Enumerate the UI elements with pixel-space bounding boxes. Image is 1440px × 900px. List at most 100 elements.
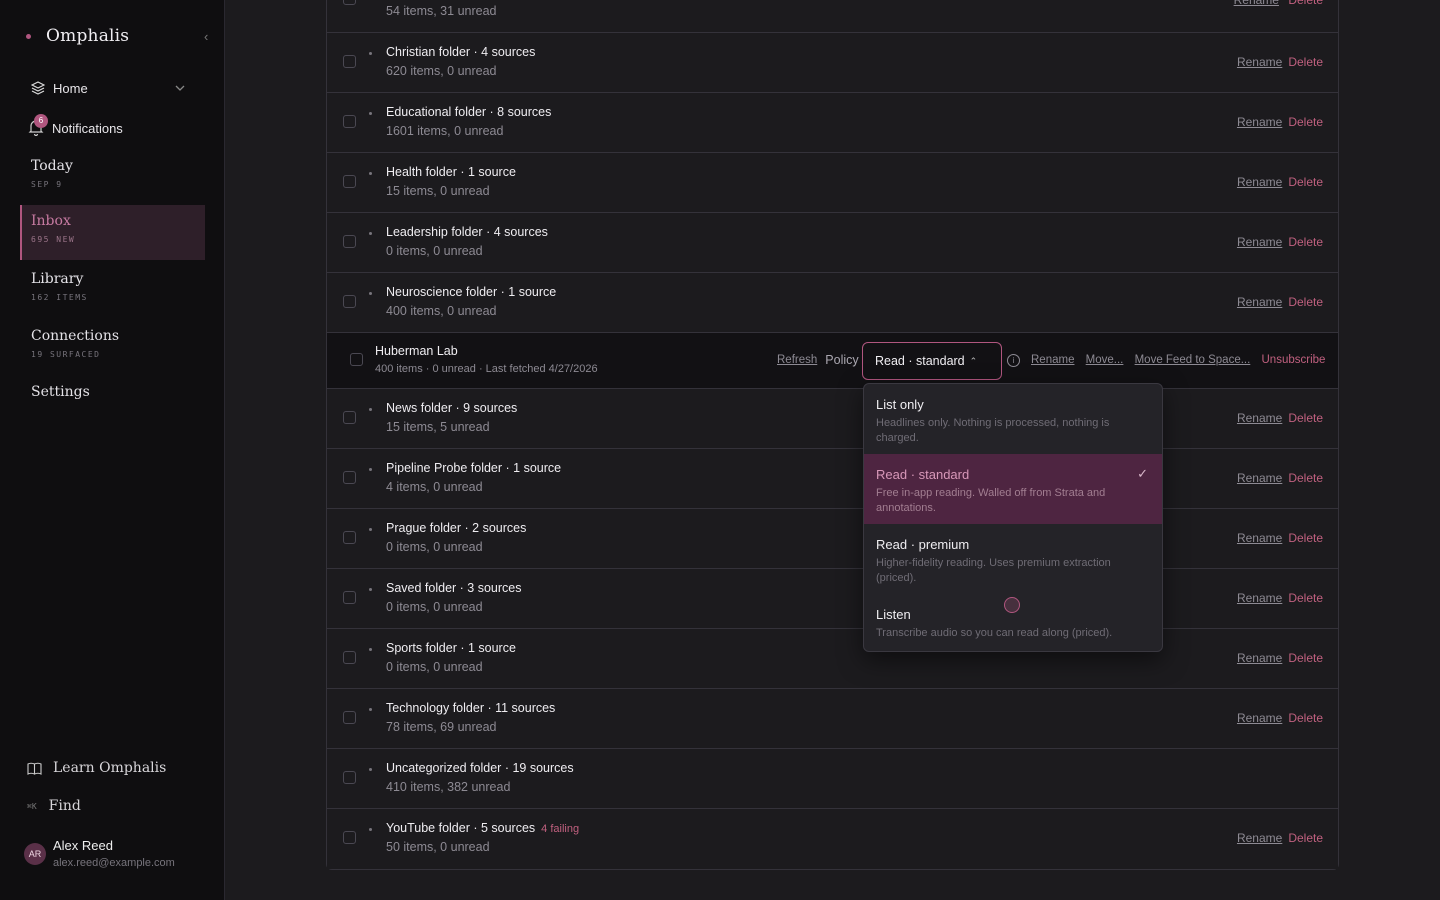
delete-link[interactable]: Delete [1288, 115, 1323, 129]
row-checkbox[interactable] [343, 55, 356, 68]
row-checkbox[interactable] [343, 411, 356, 424]
refresh-link[interactable]: Refresh [777, 354, 817, 366]
row-checkbox[interactable] [343, 295, 356, 308]
folder-row[interactable]: Sports folder · 1 source 0 items, 0 unre… [327, 629, 1338, 689]
delete-link[interactable]: Delete [1288, 55, 1323, 69]
expand-bullet[interactable] [369, 768, 372, 771]
delete-link[interactable]: Delete [1288, 175, 1323, 189]
delete-link[interactable]: Delete [1288, 711, 1323, 725]
expand-bullet[interactable] [369, 828, 372, 831]
expand-bullet[interactable] [369, 172, 372, 175]
row-checkbox[interactable] [343, 651, 356, 664]
nav-settings[interactable]: Settings [31, 384, 90, 400]
rename-link[interactable]: Rename [1237, 711, 1282, 725]
brand-dot [26, 33, 31, 39]
learn-omphalis-link[interactable]: Learn Omphalis [27, 760, 166, 776]
row-actions: Rename Delete [1237, 591, 1323, 605]
expand-bullet[interactable] [369, 292, 372, 295]
row-checkbox[interactable] [343, 115, 356, 128]
rename-link[interactable]: Rename [1237, 591, 1282, 605]
folder-row[interactable]: Neuroscience folder · 1 source 400 items… [327, 273, 1338, 333]
expand-bullet[interactable] [369, 52, 372, 55]
nav-inbox[interactable]: Inbox 695 NEW [20, 205, 205, 260]
delete-link[interactable]: Delete [1288, 591, 1323, 605]
folder-row[interactable]: Prague folder · 2 sources 0 items, 0 unr… [327, 509, 1338, 569]
folder-row[interactable]: Leadership folder · 4 sources 0 items, 0… [327, 213, 1338, 273]
move-to-space-link[interactable]: Move Feed to Space... [1135, 354, 1251, 366]
delete-link[interactable]: Delete [1288, 831, 1323, 845]
folder-row[interactable]: Saved folder · 3 sources 0 items, 0 unre… [327, 569, 1338, 629]
folder-title: Christian folder · 4 sources [386, 45, 536, 59]
rename-link[interactable]: Rename [1237, 175, 1282, 189]
folder-row[interactable]: 54 items, 31 unread Rename Delete [327, 0, 1338, 33]
chevron-down-icon[interactable] [175, 83, 185, 93]
expand-bullet[interactable] [369, 528, 372, 531]
row-checkbox[interactable] [343, 471, 356, 484]
row-checkbox[interactable] [343, 235, 356, 248]
folder-sub: 1601 items, 0 unread [386, 124, 504, 138]
delete-link[interactable]: Delete [1288, 295, 1323, 309]
unsubscribe-link[interactable]: Unsubscribe [1262, 354, 1326, 366]
feed-row-huberman[interactable]: Huberman Lab 400 items · 0 unread · Last… [327, 333, 1338, 389]
collapse-sidebar-icon[interactable]: ‹ [204, 29, 208, 44]
delete-link[interactable]: Delete [1288, 411, 1323, 425]
row-actions: Rename Delete [1237, 831, 1323, 845]
delete-link[interactable]: Delete [1288, 651, 1323, 665]
rename-link[interactable]: Rename [1237, 531, 1282, 545]
folder-row[interactable]: Uncategorized folder · 19 sources 410 it… [327, 749, 1338, 809]
expand-bullet[interactable] [369, 588, 372, 591]
rename-link[interactable]: Rename [1237, 471, 1282, 485]
row-checkbox[interactable] [350, 353, 363, 366]
policy-option-read-standard[interactable]: Read · standard Free in-app reading. Wal… [864, 454, 1162, 524]
rename-link[interactable]: Rename [1237, 831, 1282, 845]
folder-row[interactable]: Christian folder · 4 sources 620 items, … [327, 33, 1338, 93]
nav-today[interactable]: Today SEP 9 [20, 150, 205, 205]
move-link[interactable]: Move... [1086, 354, 1124, 366]
row-checkbox[interactable] [343, 531, 356, 544]
row-checkbox[interactable] [343, 175, 356, 188]
row-checkbox[interactable] [343, 771, 356, 784]
row-checkbox[interactable] [343, 831, 356, 844]
nav-home[interactable]: Home [31, 78, 193, 98]
folder-row[interactable]: Technology folder · 11 sources 78 items,… [327, 689, 1338, 749]
option-title: Read · standard [876, 467, 970, 482]
rename-link[interactable]: Rename [1237, 115, 1282, 129]
expand-bullet[interactable] [369, 708, 372, 711]
folder-row[interactable]: Pipeline Probe folder · 1 source 4 items… [327, 449, 1338, 509]
delete-link[interactable]: Delete [1288, 235, 1323, 249]
rename-link[interactable]: Rename [1234, 0, 1279, 7]
expand-bullet[interactable] [369, 648, 372, 651]
rename-link[interactable]: Rename [1031, 354, 1074, 366]
find-button[interactable]: ⌘K Find [27, 798, 81, 814]
policy-option-read-premium[interactable]: Read · premium Higher-fidelity reading. … [864, 524, 1162, 594]
folder-row[interactable]: YouTube folder · 5 sources 4 failing 50 i… [327, 809, 1338, 869]
policy-select[interactable]: Read · standard ⌃ [862, 342, 1002, 380]
nav-library[interactable]: Library 162 ITEMS [20, 263, 205, 318]
folder-row[interactable]: Educational folder · 8 sources 1601 item… [327, 93, 1338, 153]
rename-link[interactable]: Rename [1237, 411, 1282, 425]
rename-link[interactable]: Rename [1237, 651, 1282, 665]
folder-sub: 400 items, 0 unread [386, 304, 497, 318]
row-checkbox[interactable] [343, 711, 356, 724]
nav-connections[interactable]: Connections 19 SURFACED [20, 320, 205, 375]
folder-row[interactable]: News folder · 9 sources 15 items, 5 unre… [327, 389, 1338, 449]
delete-link[interactable]: Delete [1288, 0, 1323, 7]
expand-bullet[interactable] [369, 468, 372, 471]
folder-row[interactable]: Health folder · 1 source 15 items, 0 unr… [327, 153, 1338, 213]
rename-link[interactable]: Rename [1237, 295, 1282, 309]
row-checkbox[interactable] [343, 0, 356, 5]
expand-bullet[interactable] [369, 112, 372, 115]
policy-option-list-only[interactable]: List only Headlines only. Nothing is pro… [864, 384, 1162, 454]
delete-link[interactable]: Delete [1288, 531, 1323, 545]
nav-notifications[interactable]: 6 Notifications [27, 114, 123, 138]
row-checkbox[interactable] [343, 591, 356, 604]
info-icon[interactable]: i [1007, 354, 1020, 367]
rename-link[interactable]: Rename [1237, 55, 1282, 69]
chevron-up-icon: ⌃ [969, 355, 978, 366]
brand[interactable]: Omphalis [26, 26, 129, 46]
expand-bullet[interactable] [369, 232, 372, 235]
delete-link[interactable]: Delete [1288, 471, 1323, 485]
user-profile[interactable]: AR Alex Reed alex.reed@example.com [24, 838, 175, 869]
expand-bullet[interactable] [369, 408, 372, 411]
rename-link[interactable]: Rename [1237, 235, 1282, 249]
